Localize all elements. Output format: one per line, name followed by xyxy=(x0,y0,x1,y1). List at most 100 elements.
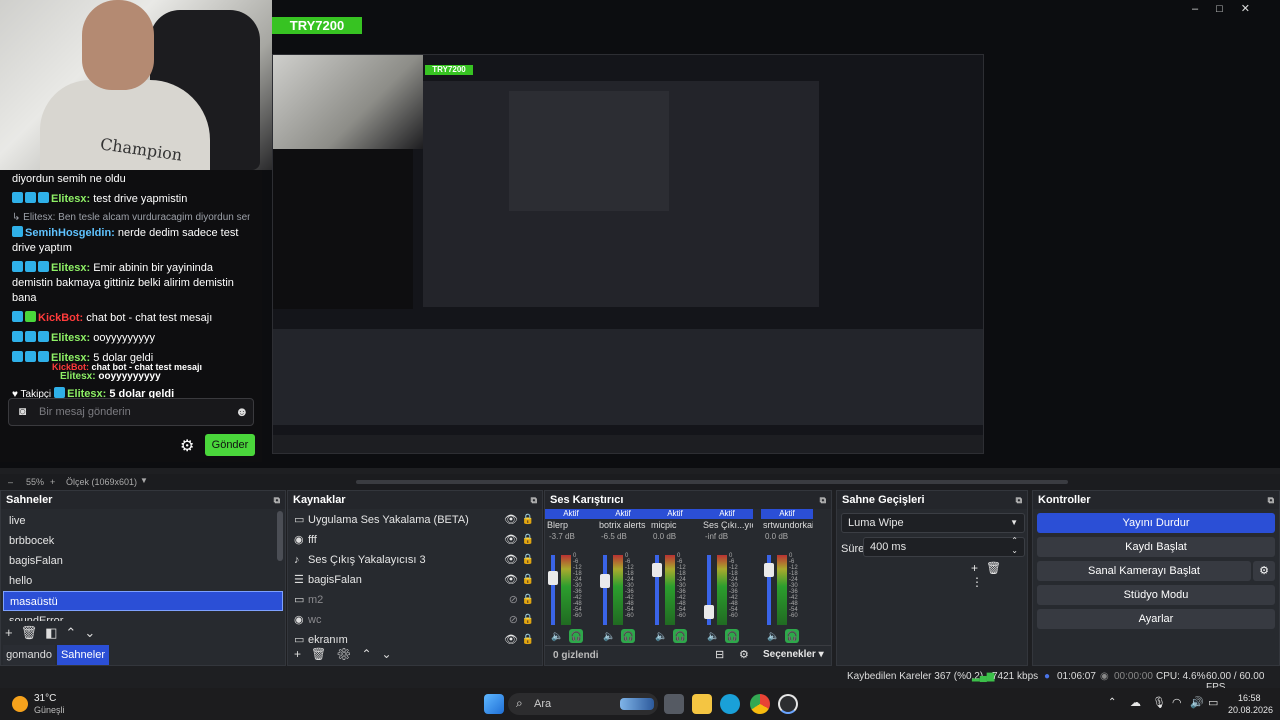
chevron-down-icon[interactable]: ⌄ xyxy=(84,625,103,640)
battery-icon[interactable]: ▭ xyxy=(1208,696,1218,709)
source-item[interactable]: ◉ wc ⊘ 🔒 xyxy=(288,610,542,630)
eye-icon[interactable]: 👁 xyxy=(504,530,518,550)
tab-scenes[interactable]: Sahneler xyxy=(57,645,109,665)
popout-icon[interactable]: ⧉ xyxy=(820,491,826,509)
chevron-up-icon[interactable]: ⌃ xyxy=(65,625,84,640)
settings-button[interactable]: Ayarlar xyxy=(1037,609,1275,629)
lock-icon[interactable]: 🔒 xyxy=(522,630,534,649)
eye-icon[interactable]: 👁 xyxy=(504,510,518,530)
trash-icon[interactable]: 🗑 xyxy=(311,647,336,661)
chevron-up-icon[interactable]: ⌃ xyxy=(1108,697,1116,708)
mic-icon[interactable]: 🎙 xyxy=(1152,696,1166,709)
headphone-icon[interactable]: 🎧 xyxy=(569,629,584,643)
volume-fader[interactable] xyxy=(600,555,610,625)
file-explorer-icon[interactable] xyxy=(692,694,712,714)
scene-item[interactable]: hello xyxy=(3,571,283,591)
wifi-icon[interactable]: ◠ xyxy=(1172,696,1182,709)
headphone-icon[interactable]: 🎧 xyxy=(621,629,636,643)
volume-fader[interactable] xyxy=(652,555,662,625)
sun-icon[interactable] xyxy=(12,696,28,712)
lock-icon[interactable]: 🔒 xyxy=(522,570,534,590)
emoji-icon[interactable]: ☻ xyxy=(235,404,249,419)
speaker-icon[interactable]: 🔈 xyxy=(767,631,779,642)
stop-stream-button[interactable]: Yayını Durdur xyxy=(1037,513,1275,533)
chevron-up-icon[interactable]: ⌃ xyxy=(361,647,381,661)
fader-knob[interactable] xyxy=(764,562,774,577)
trash-icon[interactable]: 🗑 xyxy=(21,625,46,640)
fader-knob[interactable] xyxy=(704,605,714,620)
volume-fader[interactable] xyxy=(548,555,558,625)
lock-icon[interactable]: 🔒 xyxy=(522,590,534,610)
virtual-camera-button[interactable]: Sanal Kamerayı Başlat xyxy=(1037,561,1251,581)
options-button[interactable]: Seçenekler ▾ xyxy=(763,649,824,660)
zoom-out-button[interactable]: – xyxy=(8,477,13,487)
fader-knob[interactable] xyxy=(600,574,610,589)
add-icon[interactable]: + xyxy=(294,647,311,661)
popout-icon[interactable]: ⧉ xyxy=(1016,491,1022,509)
scrollbar[interactable] xyxy=(277,511,283,561)
speaker-icon[interactable]: 🔈 xyxy=(603,631,615,642)
popout-icon[interactable]: ⧉ xyxy=(1268,491,1274,509)
chat-input[interactable]: ◙ Bir mesaj gönderin ☻ xyxy=(8,398,254,426)
speaker-icon[interactable]: 🔈 xyxy=(655,631,667,642)
windows-start-icon[interactable] xyxy=(484,694,504,714)
volume-fader[interactable] xyxy=(704,555,714,625)
gear-icon[interactable]: ⚙ xyxy=(1253,561,1275,581)
lock-icon[interactable]: 🔒 xyxy=(522,610,534,630)
chevron-down-icon[interactable]: ▼ xyxy=(140,476,148,485)
obs-icon[interactable] xyxy=(778,694,798,714)
volume-icon[interactable]: 🔊 xyxy=(1190,696,1204,709)
gear-icon[interactable]: ⚙ xyxy=(180,436,194,456)
edge-icon[interactable] xyxy=(720,694,740,714)
studio-mode-button[interactable]: Stüdyo Modu xyxy=(1037,585,1275,605)
task-view-icon[interactable] xyxy=(664,694,684,714)
start-recording-button[interactable]: Kaydı Başlat xyxy=(1037,537,1275,557)
fader-knob[interactable] xyxy=(548,570,558,585)
speaker-icon[interactable]: 🔈 xyxy=(551,631,563,642)
headphone-icon[interactable]: 🎧 xyxy=(785,629,800,643)
transition-select[interactable]: Luma Wipe ▼ xyxy=(841,513,1025,533)
add-icon[interactable]: + xyxy=(5,625,21,640)
scene-item[interactable]: bagisFalan xyxy=(3,551,283,571)
volume-fader[interactable] xyxy=(764,555,774,625)
lock-icon[interactable]: 🔒 xyxy=(522,510,534,530)
fader-knob[interactable] xyxy=(652,562,662,577)
eye-icon[interactable]: 👁 xyxy=(504,630,518,649)
source-item[interactable]: ◉ fff 👁 🔒 xyxy=(288,530,542,550)
more-icon[interactable]: ⋮ xyxy=(971,575,991,589)
chrome-icon[interactable] xyxy=(750,694,770,714)
duration-input[interactable]: 400 ms ⌃ ⌄ xyxy=(863,536,1025,557)
popout-icon[interactable]: ⧉ xyxy=(274,491,280,509)
chevron-down-icon[interactable]: ⌄ xyxy=(382,647,402,661)
layout-icon[interactable]: ⊟ xyxy=(715,648,724,661)
taskbar-search[interactable]: ⌕ Ara xyxy=(508,693,658,715)
eye-hidden-icon[interactable]: ⊘ xyxy=(509,590,518,610)
tab-gomando[interactable]: gomando xyxy=(3,645,55,665)
popout-icon[interactable]: ⧉ xyxy=(531,491,537,509)
spinner-icon[interactable]: ⌃ ⌄ xyxy=(1011,536,1018,556)
source-item[interactable]: ☰ bagisFalan 👁 🔒 xyxy=(288,570,542,590)
lock-icon[interactable]: 🔒 xyxy=(522,550,534,570)
send-button[interactable]: Gönder xyxy=(205,434,255,456)
gear-icon[interactable]: ⚙ xyxy=(336,647,361,661)
source-item[interactable]: ▭ Uygulama Ses Yakalama (BETA) 👁 🔒 xyxy=(288,510,542,530)
headphone-icon[interactable]: 🎧 xyxy=(673,629,688,643)
add-icon[interactable]: + xyxy=(971,561,986,575)
headphone-icon[interactable]: 🎧 xyxy=(725,629,740,643)
scene-item[interactable]: live xyxy=(3,511,283,531)
scene-item-selected[interactable]: masaüstü xyxy=(3,591,283,611)
source-item[interactable]: ▭ m2 ⊘ 🔒 xyxy=(288,590,542,610)
scene-item[interactable]: brbbocek xyxy=(3,531,283,551)
trash-icon[interactable]: 🗑 xyxy=(986,561,1009,575)
tray-icon[interactable]: ☁ xyxy=(1130,696,1141,709)
zoom-in-button[interactable]: + xyxy=(50,477,55,487)
lock-icon[interactable]: 🔒 xyxy=(522,530,534,550)
horizontal-scrollbar[interactable] xyxy=(356,480,1068,484)
mixer-settings-icon[interactable]: ⚙ xyxy=(739,648,749,661)
window-controls[interactable]: –□✕ xyxy=(1192,2,1268,15)
source-item[interactable]: ♪ Ses Çıkış Yakalayıcısı 3 👁 🔒 xyxy=(288,550,542,570)
eye-hidden-icon[interactable]: ⊘ xyxy=(509,610,518,630)
scene-item[interactable]: soundError xyxy=(3,611,283,621)
eye-icon[interactable]: 👁 xyxy=(504,550,518,570)
speaker-icon[interactable]: 🔈 xyxy=(707,631,719,642)
